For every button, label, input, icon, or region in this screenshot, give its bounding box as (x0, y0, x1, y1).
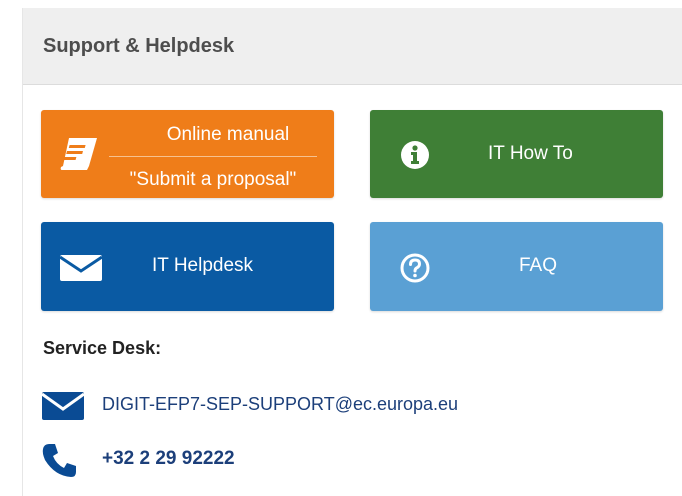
it-how-to-button[interactable]: IT How To (370, 110, 663, 198)
info-icon (401, 141, 429, 169)
service-desk-email-link[interactable]: DIGIT-EFP7-SEP-SUPPORT@ec.europa.eu (102, 394, 458, 415)
book-icon (60, 138, 97, 170)
faq-button[interactable]: FAQ (370, 222, 663, 311)
service-desk-phone[interactable]: +32 2 29 92222 (102, 448, 235, 470)
envelope-icon (59, 255, 103, 281)
online-manual-button[interactable]: Online manual "Submit a proposal" (41, 110, 334, 198)
it-helpdesk-label: IT Helpdesk (152, 255, 254, 276)
online-manual-title: Online manual (166, 124, 290, 145)
service-desk-heading: Service Desk: (43, 338, 162, 358)
envelope-icon (41, 392, 85, 420)
faq-label: FAQ (519, 255, 558, 276)
manual-divider (109, 156, 317, 157)
online-manual-subtitle: "Submit a proposal" (129, 169, 297, 190)
panel-title: Support & Helpdesk (43, 35, 235, 57)
panel-header: Support & Helpdesk (23, 8, 682, 85)
it-helpdesk-button[interactable]: IT Helpdesk (41, 222, 334, 311)
phone-icon (42, 444, 76, 477)
question-icon (400, 253, 430, 283)
it-how-to-label: IT How To (488, 143, 573, 164)
